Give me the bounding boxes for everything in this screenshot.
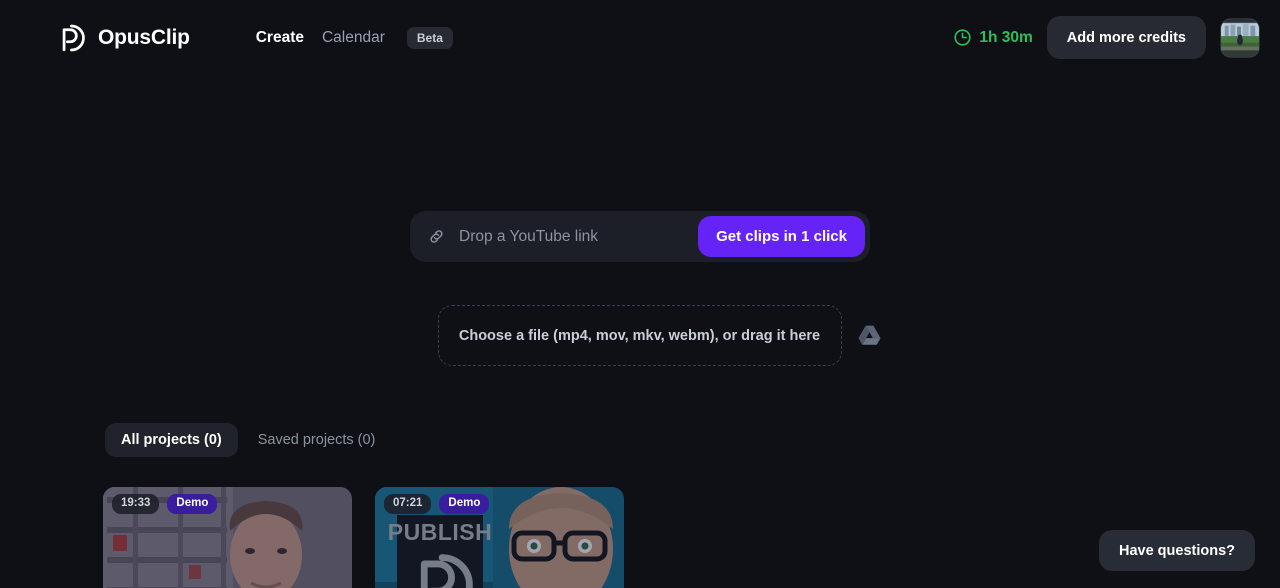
card-badge-group: 07:21 Demo xyxy=(384,494,490,514)
card-duration-badge: 19:33 xyxy=(112,494,160,514)
nav-item-create[interactable]: Create xyxy=(252,23,308,53)
tab-saved-projects[interactable]: Saved projects (0) xyxy=(242,423,392,457)
credits-balance[interactable]: 1h 30m xyxy=(953,28,1033,47)
have-questions-button[interactable]: Have questions? xyxy=(1098,530,1255,571)
link-icon xyxy=(430,230,443,243)
opusclip-logo-icon xyxy=(62,24,85,51)
project-card[interactable]: PUBLISH 07:21 Demo xyxy=(375,487,624,588)
main-nav: Create Calendar Beta xyxy=(252,23,453,53)
get-clips-button[interactable]: Get clips in 1 click xyxy=(698,216,865,257)
user-avatar-image xyxy=(1221,18,1259,57)
add-more-credits-button[interactable]: Add more credits xyxy=(1046,16,1206,59)
card-duration-badge: 07:21 xyxy=(384,494,432,514)
clock-icon xyxy=(954,29,971,46)
youtube-link-input[interactable] xyxy=(446,211,699,262)
youtube-link-bar: Get clips in 1 click xyxy=(410,211,870,262)
brand-name: OpusClip xyxy=(98,25,190,49)
header-right-group: 1h 30m Add more credits xyxy=(953,16,1260,59)
credits-value: 1h 30m xyxy=(979,28,1033,46)
file-dropzone[interactable]: Choose a file (mp4, mov, mkv, webm), or … xyxy=(437,305,842,366)
nav-item-calendar[interactable]: Calendar xyxy=(318,23,389,53)
file-upload-row: Choose a file (mp4, mov, mkv, webm), or … xyxy=(437,305,883,366)
main-content: Get clips in 1 click Choose a file (mp4,… xyxy=(0,75,1280,366)
card-badge-group: 19:33 Demo xyxy=(112,494,218,514)
card-demo-badge: Demo xyxy=(439,494,490,514)
brand-logo[interactable]: OpusClip xyxy=(56,23,190,53)
project-tabs: All projects (0) Saved projects (0) xyxy=(105,423,391,457)
file-dropzone-label: Choose a file (mp4, mov, mkv, webm), or … xyxy=(458,327,821,344)
card-demo-badge: Demo xyxy=(167,494,218,514)
project-card-grid: 19:33 Demo PUBLISH 07:21 Demo xyxy=(103,487,624,588)
avatar[interactable] xyxy=(1220,17,1260,58)
nav-beta-badge: Beta xyxy=(406,26,453,49)
app-header: OpusClip Create Calendar Beta 1h 30m Add… xyxy=(0,0,1280,75)
google-drive-icon[interactable] xyxy=(856,322,883,349)
tab-all-projects[interactable]: All projects (0) xyxy=(105,423,238,457)
project-card[interactable]: 19:33 Demo xyxy=(103,487,352,588)
